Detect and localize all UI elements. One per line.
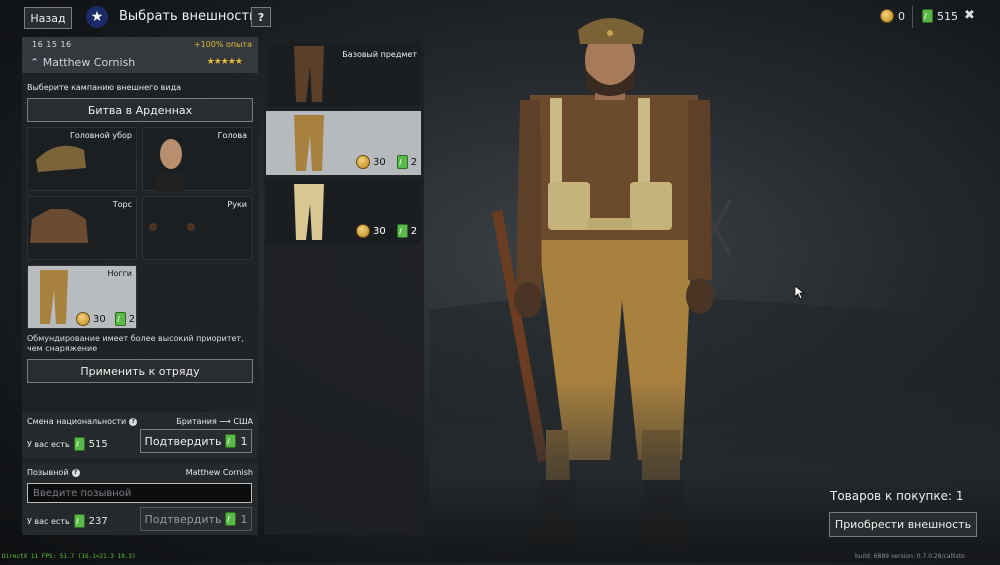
help-icon: ? xyxy=(129,417,138,426)
ticket-icon xyxy=(73,437,85,451)
top-bar: Назад ★ Выбрать внешность ? 0 515 ✖ xyxy=(0,0,1000,36)
confirm-nationality-button[interactable]: Подтвердить 1 xyxy=(140,429,252,453)
slot-headgear[interactable]: Головной убор xyxy=(27,127,137,191)
soldier-stats: 16 15 16 xyxy=(32,40,72,49)
ticket-icon xyxy=(922,9,933,23)
nationality-title: Смена национальности? xyxy=(27,417,138,426)
apply-to-squad-button[interactable]: Применить к отряду xyxy=(27,359,253,383)
slot-torso[interactable]: Торс xyxy=(27,196,137,260)
slot-head[interactable]: Голова xyxy=(142,127,252,192)
slot-label: Головной убор xyxy=(69,131,132,140)
slot-label: Голова xyxy=(217,131,247,140)
gold-coin-icon xyxy=(76,312,90,326)
item-variant-khaki[interactable]: 30 2 xyxy=(266,111,421,175)
item-price: 30 2 xyxy=(356,224,417,238)
ticket-icon xyxy=(114,312,126,326)
confirm-callsign-button[interactable]: Подтвердить 1 xyxy=(140,507,252,531)
gold-balance: 0 xyxy=(880,9,905,23)
nationality-balance: У вас есть 515 xyxy=(27,437,108,451)
exp-bonus: +100% опыта xyxy=(193,40,252,49)
ticket-balance: 515 xyxy=(922,9,958,23)
callsign-balance: У вас есть 237 xyxy=(27,514,108,528)
ticket-icon xyxy=(225,434,237,448)
slot-label: Руки xyxy=(227,200,247,209)
gold-coin-icon xyxy=(880,9,894,23)
ticket-icon xyxy=(73,514,85,528)
soldier-name: ⌃ Matthew Cornish xyxy=(30,56,136,69)
build-version: build: 6889 version: 0.7.0.28/callisto xyxy=(855,553,965,560)
ticket-icon xyxy=(396,155,408,169)
callsign-current: Matthew Cornish xyxy=(185,468,253,477)
callsign-title: Позывной? xyxy=(27,468,80,477)
close-icon[interactable]: ✖ xyxy=(964,8,975,23)
character-preview[interactable] xyxy=(430,0,1000,562)
slot-price: 30 2 xyxy=(76,312,135,326)
slot-label: Торс xyxy=(112,200,132,209)
slot-arms[interactable]: Руки xyxy=(142,196,252,260)
rank-stars: ★★★★★ xyxy=(206,57,243,67)
priority-note: Обмундирование имеет более высокий приор… xyxy=(27,334,244,353)
back-button[interactable]: Назад xyxy=(24,7,72,29)
soldier-card[interactable]: 16 15 16 +100% опыта ⌃ Matthew Cornish ★… xyxy=(22,37,258,73)
slot-label: Ногги xyxy=(107,269,132,278)
mouse-cursor-icon xyxy=(795,286,805,300)
item-variant-light[interactable]: 30 2 xyxy=(266,180,421,244)
purchase-count: Товаров к покупке: 1 xyxy=(830,489,964,503)
item-variant-base[interactable]: Базовый предмет xyxy=(266,42,421,106)
help-icon: ? xyxy=(71,468,80,477)
ticket-icon xyxy=(225,512,237,526)
slot-legs[interactable]: Ногги 30 2 xyxy=(27,265,137,329)
page-title: Выбрать внешность xyxy=(119,9,257,24)
callsign-input[interactable] xyxy=(27,483,252,503)
campaign-select[interactable]: Битва в Арденнах xyxy=(27,98,253,122)
help-button[interactable]: ? xyxy=(251,7,271,27)
gold-coin-icon xyxy=(356,224,370,238)
fps-counter: DirectX 11 FPS: 51.7 (16.1<21.3 19.3) xyxy=(2,553,136,560)
usa-star-icon: ★ xyxy=(86,6,108,28)
gold-coin-icon xyxy=(356,155,370,169)
nationality-change: Британия ⟶ США xyxy=(176,417,253,426)
ticket-icon xyxy=(396,224,408,238)
campaign-label: Выберите кампанию внешнего вида xyxy=(27,83,181,92)
item-price: 30 2 xyxy=(356,155,417,169)
buy-appearance-button[interactable]: Приобрести внешность xyxy=(829,512,977,537)
item-label: Базовый предмет xyxy=(342,50,417,59)
